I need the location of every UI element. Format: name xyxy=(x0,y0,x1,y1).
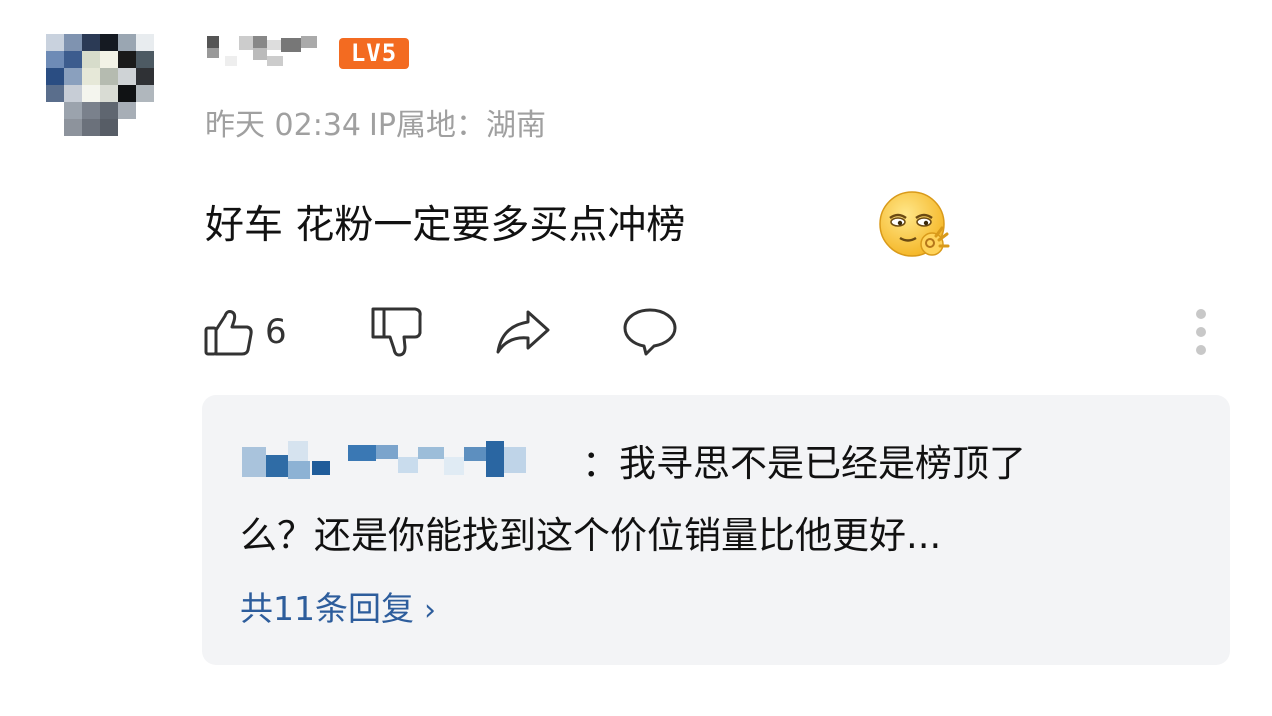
mosaic-pixel xyxy=(118,119,136,136)
mosaic-pixel xyxy=(82,51,100,68)
mosaic-pixel xyxy=(312,461,330,475)
mosaic-pixel xyxy=(46,68,64,85)
smirk-ok-emoji xyxy=(879,191,950,257)
mosaic-pixel xyxy=(100,119,118,136)
mosaic-pixel xyxy=(64,68,82,85)
mosaic-pixel xyxy=(82,85,100,102)
view-replies-label: 共11条回复 xyxy=(240,589,414,628)
mosaic-pixel xyxy=(100,102,118,119)
level-badge: LV5 xyxy=(339,38,409,69)
mosaic-pixel xyxy=(348,445,376,461)
thumbs-up-icon xyxy=(204,310,253,356)
mosaic-pixel xyxy=(82,68,100,85)
mosaic-pixel xyxy=(288,461,310,479)
mosaic-pixel xyxy=(301,36,317,48)
mosaic-pixel xyxy=(418,447,444,459)
mosaic-pixel xyxy=(118,34,136,51)
share-button[interactable] xyxy=(494,304,552,360)
view-all-replies-link[interactable]: 共11条回复 › xyxy=(240,582,436,630)
mosaic-pixel xyxy=(64,102,82,119)
reply-username[interactable] xyxy=(242,437,530,481)
dislike-button[interactable] xyxy=(370,304,424,360)
mosaic-pixel xyxy=(207,48,219,58)
reply-preview[interactable]: ：我寻思不是已经是榜顶了 么？还是你能找到这个价位销量比他更好... 共11条回… xyxy=(202,395,1230,665)
mosaic-pixel xyxy=(118,68,136,85)
mosaic-pixel xyxy=(504,447,526,473)
ip-location: IP属地：湖南 xyxy=(369,108,546,143)
reply-button[interactable] xyxy=(622,304,678,360)
mosaic-pixel xyxy=(64,51,82,68)
mosaic-pixel xyxy=(82,102,100,119)
mosaic-pixel xyxy=(46,119,64,136)
mosaic-pixel xyxy=(267,56,283,66)
mosaic-pixel xyxy=(444,457,464,475)
mosaic-pixel xyxy=(398,457,418,473)
mosaic-pixel xyxy=(46,102,64,119)
comment-meta: 昨天 02:34 IP属地：湖南 xyxy=(205,100,554,144)
mosaic-pixel xyxy=(118,85,136,102)
reply-text-line1: ：我寻思不是已经是榜顶了 xyxy=(582,442,1026,485)
like-button[interactable]: 6 xyxy=(203,304,287,360)
mosaic-pixel xyxy=(136,68,154,85)
mosaic-pixel xyxy=(118,102,136,119)
mosaic-pixel xyxy=(267,40,281,50)
mosaic-pixel xyxy=(46,34,64,51)
thumbs-down-icon xyxy=(371,307,422,357)
chevron-right-icon: › xyxy=(424,593,436,628)
mosaic-pixel xyxy=(288,441,308,461)
mosaic-pixel xyxy=(100,51,118,68)
mosaic-pixel xyxy=(136,51,154,68)
mosaic-pixel xyxy=(376,445,398,459)
mosaic-pixel xyxy=(46,51,64,68)
mosaic-pixel xyxy=(253,36,267,48)
username[interactable] xyxy=(205,34,321,70)
avatar[interactable] xyxy=(46,34,154,136)
mosaic-pixel xyxy=(46,85,64,102)
mosaic-pixel xyxy=(100,85,118,102)
mosaic-pixel xyxy=(136,119,154,136)
mosaic-pixel xyxy=(100,68,118,85)
mosaic-pixel xyxy=(100,34,118,51)
mosaic-pixel xyxy=(242,447,266,477)
mosaic-pixel xyxy=(486,441,504,477)
comment-text: 好车 花粉一定要多买点冲榜 xyxy=(205,203,686,248)
speech-bubble-icon xyxy=(623,308,677,356)
vertical-dots-icon[interactable] xyxy=(1190,306,1212,358)
mosaic-pixel xyxy=(207,36,219,48)
mosaic-pixel xyxy=(136,102,154,119)
mosaic-pixel xyxy=(64,34,82,51)
mosaic-pixel xyxy=(225,56,237,66)
mosaic-pixel xyxy=(64,85,82,102)
share-arrow-icon xyxy=(496,310,550,354)
reply-text-line2: 么？还是你能找到这个价位销量比他更好... xyxy=(240,514,942,557)
mosaic-pixel xyxy=(82,34,100,51)
mosaic-pixel xyxy=(64,119,82,136)
mosaic-pixel xyxy=(266,455,288,477)
mosaic-pixel xyxy=(118,51,136,68)
mosaic-pixel xyxy=(281,38,301,52)
mosaic-pixel xyxy=(253,48,267,60)
like-count: 6 xyxy=(265,312,287,352)
mosaic-pixel xyxy=(239,36,253,50)
mosaic-pixel xyxy=(136,34,154,51)
comment-time: 昨天 02:34 xyxy=(205,108,361,143)
mosaic-pixel xyxy=(82,119,100,136)
mosaic-pixel xyxy=(136,85,154,102)
mosaic-pixel xyxy=(464,447,486,461)
